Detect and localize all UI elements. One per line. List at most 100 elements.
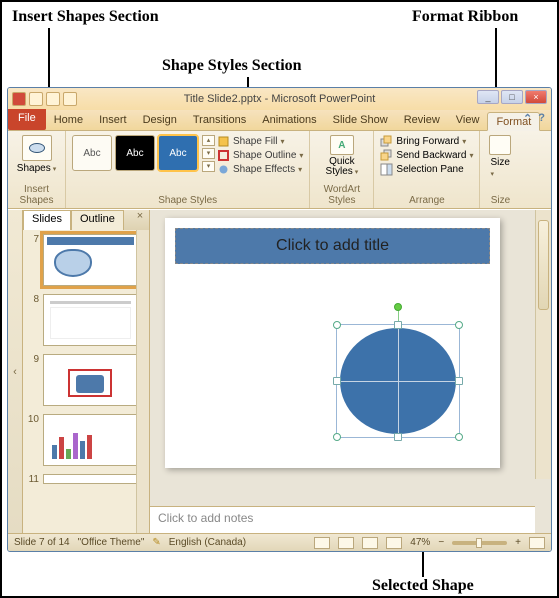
shape-fill-button[interactable]: Shape Fill▾	[217, 135, 303, 148]
selection-guide-v	[398, 321, 399, 441]
maximize-button[interactable]: □	[501, 90, 523, 104]
style-thumb-1[interactable]: Abc	[72, 135, 112, 171]
zoom-in-button[interactable]: +	[515, 537, 521, 548]
thumbnail-10[interactable]: 10	[23, 410, 149, 470]
shape-outline-button[interactable]: Shape Outline▾	[217, 149, 303, 162]
tab-outline[interactable]: Outline	[71, 210, 124, 230]
bring-forward-icon	[380, 135, 393, 148]
ribbon: Shapes ▾ Insert Shapes Abc Abc Abc ▴ ▾ ▾	[8, 131, 551, 209]
resize-handle-nw[interactable]	[333, 321, 341, 329]
size-icon	[489, 135, 511, 155]
slide-canvas-area: Click to add title	[150, 210, 551, 506]
view-slideshow-button[interactable]	[386, 537, 402, 549]
save-icon[interactable]	[29, 92, 43, 106]
thumbnail-11[interactable]: 11	[23, 470, 149, 489]
group-label-shape-styles: Shape Styles	[70, 194, 305, 208]
thumb-number: 9	[27, 354, 39, 406]
tab-transitions[interactable]: Transitions	[185, 111, 254, 130]
quick-styles-icon: A	[330, 135, 354, 155]
thumbnail-7[interactable]: 7	[23, 230, 149, 290]
redo-icon[interactable]	[63, 92, 77, 106]
effects-icon	[217, 163, 230, 176]
resize-handle-w[interactable]	[333, 377, 341, 385]
gallery-up-icon[interactable]: ▴	[202, 135, 215, 146]
thumb-number: 10	[27, 414, 39, 466]
thumbnails-list: 7 8 9 10 11	[23, 230, 149, 533]
thumbnail-9[interactable]: 9	[23, 350, 149, 410]
bring-forward-button[interactable]: Bring Forward ▾	[380, 135, 473, 148]
notes-pane[interactable]: Click to add notes	[150, 506, 535, 533]
tab-animations[interactable]: Animations	[254, 111, 324, 130]
style-thumb-2[interactable]: Abc	[115, 135, 155, 171]
selection-pane-button[interactable]: Selection Pane	[380, 163, 473, 176]
status-language[interactable]: English (Canada)	[169, 537, 246, 548]
gallery-expand-icon[interactable]: ▾	[202, 161, 215, 172]
title-placeholder[interactable]: Click to add title	[175, 228, 490, 264]
left-panel-collapse[interactable]: ‹	[8, 210, 23, 533]
shapes-label: Shapes	[17, 163, 51, 174]
size-button[interactable]: Size ▾	[484, 133, 516, 181]
zoom-percent[interactable]: 47%	[410, 537, 430, 548]
shapes-button[interactable]: Shapes ▾	[12, 133, 61, 176]
gallery-down-icon[interactable]: ▾	[202, 148, 215, 159]
group-wordart-styles: A Quick Styles ▾ WordArt Styles	[310, 131, 374, 208]
style-thumb-3[interactable]: Abc	[158, 135, 198, 171]
bring-forward-label: Bring Forward	[396, 136, 459, 147]
undo-icon[interactable]	[46, 92, 60, 106]
resize-handle-sw[interactable]	[333, 433, 341, 441]
notes-placeholder-text: Click to add notes	[158, 511, 253, 525]
tab-insert[interactable]: Insert	[91, 111, 135, 130]
chevron-down-icon: ▾	[53, 165, 57, 173]
view-normal-button[interactable]	[314, 537, 330, 549]
group-size: Size ▾ Size	[480, 131, 520, 208]
resize-handle-se[interactable]	[455, 433, 463, 441]
app-window: Title Slide2.pptx - Microsoft PowerPoint…	[7, 87, 552, 552]
group-label-size: Size	[484, 194, 516, 208]
close-button[interactable]: ×	[525, 90, 547, 104]
outline-icon	[217, 149, 230, 162]
selected-shape[interactable]	[340, 328, 456, 434]
resize-handle-e[interactable]	[455, 377, 463, 385]
quick-access-toolbar	[12, 92, 77, 106]
shape-style-gallery[interactable]: Abc Abc Abc	[70, 133, 200, 178]
help-icon[interactable]: ?	[538, 112, 545, 125]
send-backward-button[interactable]: Send Backward ▾	[380, 149, 473, 162]
tab-view[interactable]: View	[448, 111, 488, 130]
quick-styles-label: Quick Styles	[326, 156, 355, 177]
thumbnail-8[interactable]: 8	[23, 290, 149, 350]
fill-icon	[217, 135, 230, 148]
tab-file[interactable]: File	[8, 109, 46, 130]
tab-slides-thumbnails[interactable]: Slides	[23, 210, 71, 230]
thumbnails-scrollbar[interactable]	[136, 230, 149, 533]
fit-to-window-button[interactable]	[529, 537, 545, 549]
thumb-number: 8	[27, 294, 39, 346]
tab-home[interactable]: Home	[46, 111, 91, 130]
resize-handle-ne[interactable]	[455, 321, 463, 329]
shape-effects-label: Shape Effects	[233, 164, 295, 175]
minimize-button[interactable]: _	[477, 90, 499, 104]
close-panel-icon[interactable]: ×	[131, 210, 149, 230]
tab-design[interactable]: Design	[135, 111, 185, 130]
group-arrange: Bring Forward ▾ Send Backward ▾ Selectio…	[374, 131, 480, 208]
collapse-ribbon-icon[interactable]: ⌃	[523, 112, 532, 125]
view-sorter-button[interactable]	[338, 537, 354, 549]
resize-handle-s[interactable]	[394, 433, 402, 441]
editor-vertical-scrollbar[interactable]	[535, 210, 551, 479]
zoom-out-button[interactable]: −	[438, 537, 444, 548]
size-label: Size	[490, 157, 509, 168]
tab-slide-show[interactable]: Slide Show	[325, 111, 396, 130]
shape-effects-button[interactable]: Shape Effects▾	[217, 163, 303, 176]
zoom-slider[interactable]	[452, 541, 507, 545]
annotation-selected-shape: Selected Shape	[372, 577, 474, 595]
selection-frame	[336, 324, 460, 438]
status-slide-number: Slide 7 of 14	[14, 537, 70, 548]
work-area: ‹ Slides Outline × 7 8 9	[8, 210, 551, 533]
send-backward-icon	[380, 149, 393, 162]
view-reading-button[interactable]	[362, 537, 378, 549]
group-insert-shapes: Shapes ▾ Insert Shapes	[8, 131, 66, 208]
rotation-handle[interactable]	[394, 303, 402, 311]
quick-styles-button[interactable]: A Quick Styles ▾	[314, 133, 369, 180]
resize-handle-n[interactable]	[394, 321, 402, 329]
slide-canvas[interactable]: Click to add title	[165, 218, 500, 468]
tab-review[interactable]: Review	[396, 111, 448, 130]
